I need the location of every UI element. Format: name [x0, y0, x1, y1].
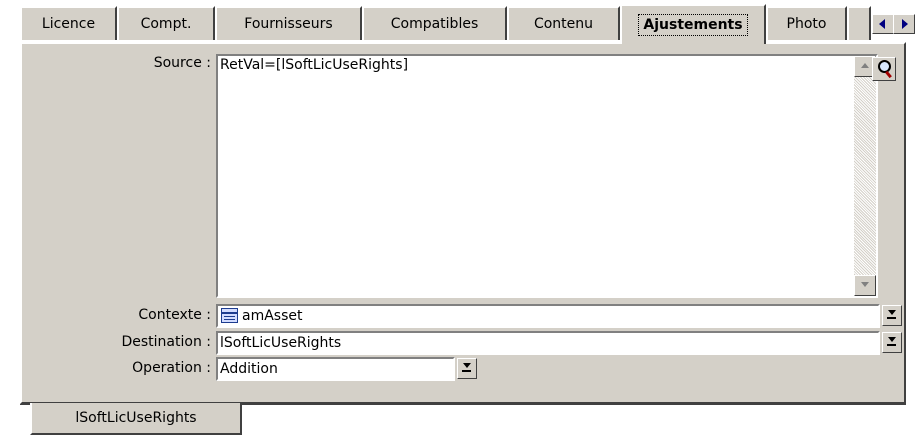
tab-fournisseurs[interactable]: Fournisseurs: [215, 6, 362, 40]
tab-contenu[interactable]: Contenu: [507, 6, 620, 40]
table-icon: [221, 308, 238, 323]
tab-scroll-right-button[interactable]: [893, 14, 915, 34]
tab-label: Contenu: [533, 16, 594, 32]
contexte-value: amAsset: [242, 308, 303, 324]
scroll-down-button[interactable]: [854, 275, 876, 296]
destination-value: lSoftLicUseRights: [220, 335, 342, 351]
operation-dropdown-button[interactable]: [457, 358, 477, 379]
operation-label: Operation :: [132, 360, 211, 376]
chevron-down-icon: [888, 337, 896, 342]
operation-value: Addition: [220, 361, 278, 377]
source-editor[interactable]: RetVal=[lSoftLicUseRights]: [216, 54, 878, 298]
arrow-left-icon: [879, 19, 885, 29]
source-scrollbar[interactable]: [854, 56, 876, 296]
arrow-right-icon: [902, 19, 908, 29]
dropdown-bar: [462, 370, 471, 372]
source-label: Source :: [153, 55, 211, 71]
magnifier-handle: [885, 70, 892, 79]
contexte-dropdown-button[interactable]: [882, 305, 902, 326]
tab-label: Compt.: [140, 16, 192, 32]
contexte-label: Contexte :: [138, 307, 211, 323]
tab-label: Licence: [41, 16, 96, 32]
bottom-tab-label: lSoftLicUseRights: [75, 410, 197, 426]
tab-ajustements[interactable]: Ajustements: [620, 4, 766, 44]
dropdown-bar: [887, 317, 896, 319]
tab-label: Ajustements: [638, 14, 748, 36]
destination-field[interactable]: lSoftLicUseRights: [216, 331, 880, 355]
chevron-down-icon: [888, 310, 896, 315]
tab-label: Fournisseurs: [244, 16, 333, 32]
chevron-down-icon: [463, 363, 471, 368]
tab-lsoftlicuserights[interactable]: lSoftLicUseRights: [30, 403, 242, 435]
tab-label: Photo: [786, 16, 827, 32]
magnifier-icon: [878, 60, 891, 73]
destination-label: Destination :: [121, 334, 211, 350]
zoom-button[interactable]: [872, 57, 896, 81]
dropdown-bar: [887, 344, 896, 346]
destination-dropdown-button[interactable]: [882, 332, 902, 353]
tab-compatibles[interactable]: Compatibles: [362, 6, 507, 40]
source-text: RetVal=[lSoftLicUseRights]: [220, 57, 409, 73]
adjustments-panel: Source : RetVal=[lSoftLicUseRights] Cont…: [20, 42, 906, 404]
tab-scroll-left-button[interactable]: [872, 14, 894, 34]
tab-licence[interactable]: Licence: [20, 6, 117, 40]
arrow-up-icon: [861, 63, 869, 68]
tab-photo[interactable]: Photo: [766, 6, 847, 40]
tab-overflow: [847, 6, 871, 40]
operation-select[interactable]: Addition: [216, 357, 455, 381]
tab-label: Compatibles: [390, 16, 479, 32]
tab-compt[interactable]: Compt.: [117, 6, 215, 40]
arrow-down-icon: [861, 282, 869, 287]
contexte-field[interactable]: amAsset: [216, 304, 880, 328]
